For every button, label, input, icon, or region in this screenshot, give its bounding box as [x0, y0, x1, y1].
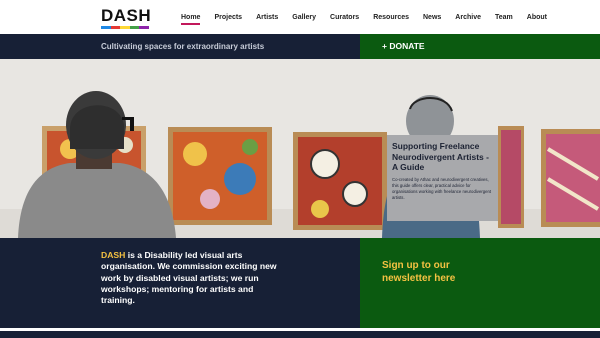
nav-item-about[interactable]: About — [527, 14, 547, 21]
main-nav: Home Projects Artists Gallery Curators R… — [181, 14, 561, 25]
painting-3 — [293, 132, 387, 230]
nav-item-curators[interactable]: Curators — [330, 14, 359, 21]
about-text: DASH is a Disability led visual arts org… — [101, 250, 286, 306]
nav-item-home[interactable]: Home — [181, 14, 201, 25]
painting-5 — [541, 129, 600, 227]
logo-bar-segment — [120, 26, 130, 29]
about-section: DASH is a Disability led visual arts org… — [0, 238, 360, 328]
newsletter-signup-link[interactable]: Sign up to our newsletter here — [382, 260, 492, 285]
tagline-bar: Cultivating spaces for extraordinary art… — [0, 34, 360, 59]
nav-item-artists[interactable]: Artists — [256, 14, 278, 21]
nav-item-news[interactable]: News — [423, 14, 441, 21]
site-header: DASH Home Projects Artists Gallery Curat… — [0, 0, 600, 34]
nav-item-projects[interactable]: Projects — [214, 14, 242, 21]
nav-item-archive[interactable]: Archive — [455, 14, 481, 21]
painting-2 — [168, 127, 272, 225]
featured-guide-card[interactable]: Supporting Freelance Neurodivergent Arti… — [387, 135, 498, 221]
about-highlight: DASH — [101, 250, 126, 260]
nav-item-gallery[interactable]: Gallery — [292, 14, 316, 21]
donate-bar: + DONATE — [360, 34, 600, 59]
card-title: Supporting Freelance Neurodivergent Arti… — [392, 141, 489, 172]
logo-bar-segment — [129, 26, 140, 29]
about-body: is a Disability led visual arts organisa… — [101, 250, 277, 306]
card-description: Co-created by Athac and neurodivergent c… — [392, 176, 492, 200]
nav-item-team[interactable]: Team — [495, 14, 513, 21]
hero-gallery-image — [0, 59, 600, 238]
hero-banner[interactable]: Supporting Freelance Neurodivergent Arti… — [0, 59, 600, 238]
donate-button[interactable]: + DONATE — [382, 41, 425, 51]
dash-logo[interactable]: DASH — [101, 6, 152, 29]
newsletter-section: Sign up to our newsletter here — [360, 238, 600, 328]
logo-color-bar — [101, 26, 149, 29]
logo-bar-segment — [110, 26, 121, 29]
logo-bar-segment — [139, 26, 149, 29]
footer-strip — [0, 331, 600, 338]
nav-item-resources[interactable]: Resources — [373, 14, 409, 21]
logo-text: DASH — [101, 6, 152, 25]
tagline-text: Cultivating spaces for extraordinary art… — [101, 42, 265, 51]
painting-4 — [498, 126, 524, 228]
logo-bar-segment — [101, 26, 111, 29]
